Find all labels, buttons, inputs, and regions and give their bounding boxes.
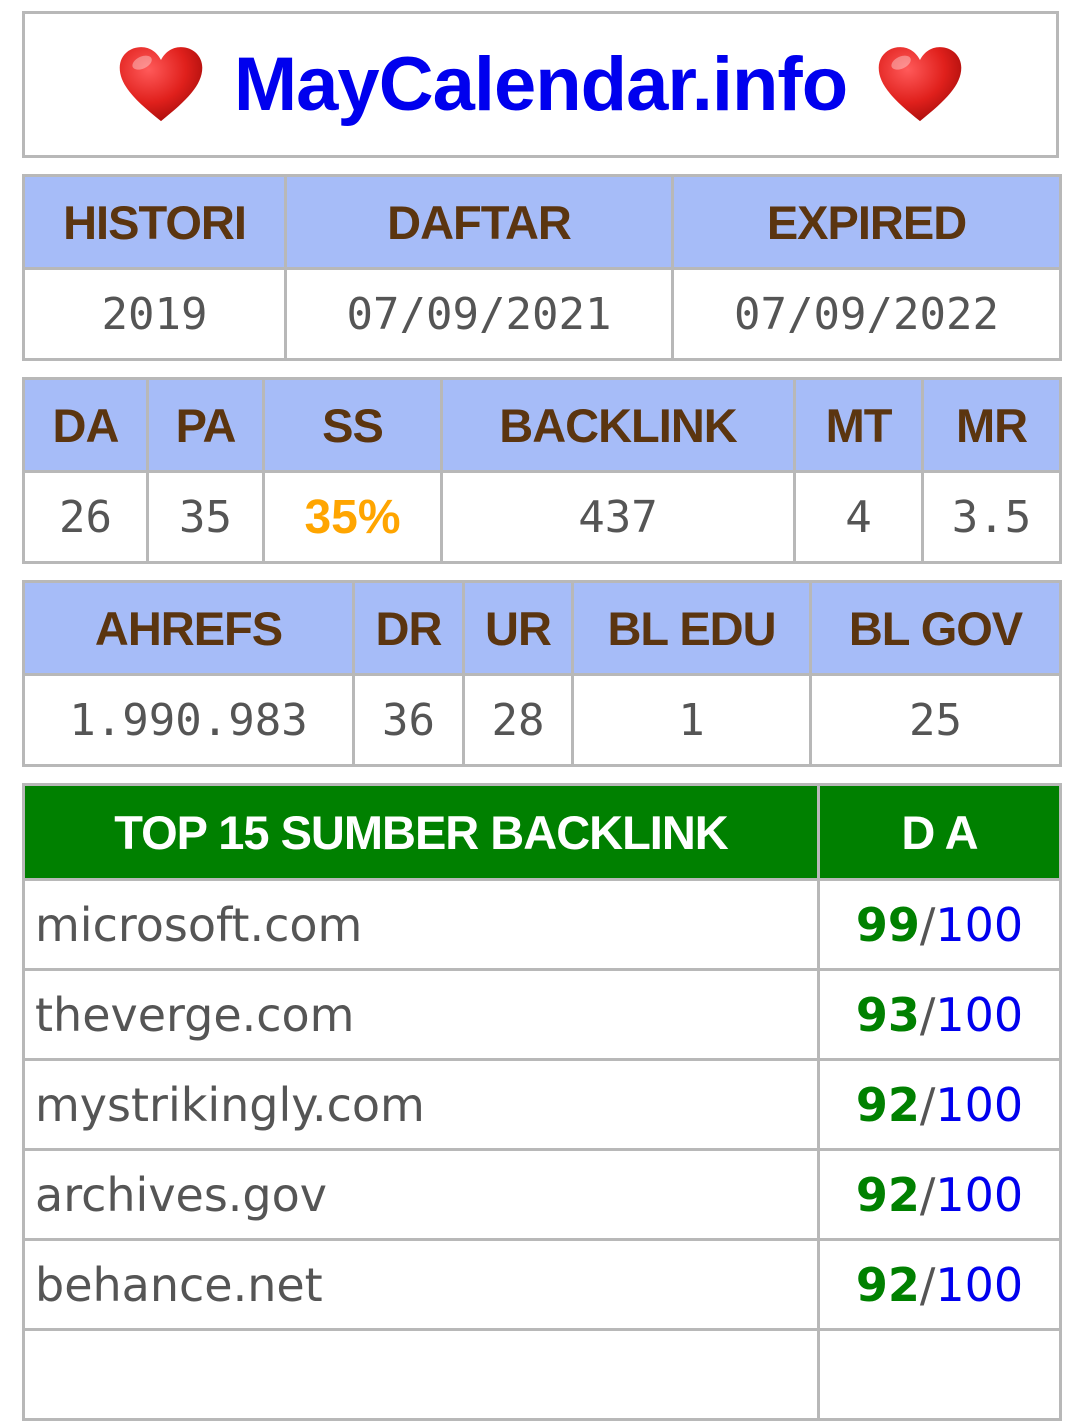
- backlink-domain[interactable]: mystrikingly.com: [22, 1058, 820, 1151]
- backlink-domain[interactable]: behance.net: [22, 1238, 820, 1331]
- backlink-da-score: 93/100: [817, 968, 1062, 1061]
- table-row-partial: [22, 1328, 1062, 1421]
- ss-value: 35%: [262, 470, 443, 564]
- table-row: microsoft.com 99/100: [22, 878, 1062, 971]
- ahrefs-value: 1.990.983: [22, 673, 355, 767]
- da-max: 100: [935, 897, 1024, 952]
- daftar-header: DAFTAR: [284, 174, 674, 270]
- daftar-value: 07/09/2021: [284, 267, 674, 361]
- expired-value: 07/09/2022: [671, 267, 1062, 361]
- da-value: 99: [855, 897, 920, 952]
- backlink-source-header: TOP 15 SUMBER BACKLINK: [22, 783, 820, 881]
- backlink-da-score: 92/100: [817, 1058, 1062, 1151]
- table-row: behance.net 92/100: [22, 1238, 1062, 1331]
- pa-value: 35: [146, 470, 265, 564]
- mt-header: MT: [793, 377, 924, 473]
- heart-icon: [119, 46, 203, 121]
- backlink-da-score: [817, 1328, 1062, 1421]
- ss-header: SS: [262, 377, 443, 473]
- dr-value: 36: [352, 673, 465, 767]
- site-title[interactable]: MayCalendar.info: [234, 41, 848, 128]
- da-max: 100: [935, 987, 1024, 1042]
- da-value: 92: [855, 1257, 920, 1312]
- bl-gov-header: BL GOV: [809, 580, 1062, 676]
- da-max: 100: [935, 1077, 1024, 1132]
- slash-separator: /: [919, 987, 936, 1042]
- ahrefs-header: AHREFS: [22, 580, 355, 676]
- da-value: 93: [855, 987, 920, 1042]
- expired-header: EXPIRED: [671, 174, 1062, 270]
- mt-value: 4: [793, 470, 924, 564]
- da-value: 92: [855, 1167, 920, 1222]
- ur-header: UR: [462, 580, 574, 676]
- backlink-da-score: 92/100: [817, 1148, 1062, 1241]
- domain-info-table: HISTORI DAFTAR EXPIRED 2019 07/09/2021 0…: [22, 174, 1062, 361]
- slash-separator: /: [919, 1077, 936, 1132]
- mr-header: MR: [921, 377, 1062, 473]
- da-value: 26: [22, 470, 149, 564]
- da-max: 100: [935, 1167, 1024, 1222]
- ahrefs-metrics-table: AHREFS DR UR BL EDU BL GOV 1.990.983 36 …: [22, 580, 1062, 767]
- backlink-da-header: D A: [817, 783, 1062, 881]
- table-row: mystrikingly.com 92/100: [22, 1058, 1062, 1151]
- pa-header: PA: [146, 377, 265, 473]
- bl-edu-value: 1: [571, 673, 812, 767]
- table-row: archives.gov 92/100: [22, 1148, 1062, 1241]
- backlink-domain[interactable]: archives.gov: [22, 1148, 820, 1241]
- da-max: 100: [935, 1257, 1024, 1312]
- slash-separator: /: [919, 1167, 936, 1222]
- histori-value: 2019: [22, 267, 287, 361]
- ur-value: 28: [462, 673, 574, 767]
- backlink-value: 437: [440, 470, 796, 564]
- backlink-sources-table: TOP 15 SUMBER BACKLINK D A microsoft.com…: [22, 783, 1062, 1421]
- backlink-domain[interactable]: theverge.com: [22, 968, 820, 1061]
- histori-header: HISTORI: [22, 174, 287, 270]
- da-value: 92: [855, 1077, 920, 1132]
- slash-separator: /: [919, 897, 936, 952]
- site-title-box: MayCalendar.info: [22, 11, 1059, 158]
- moz-metrics-table: DA PA SS BACKLINK MT MR 26 35 35% 437 4 …: [22, 377, 1062, 564]
- backlink-domain: [22, 1328, 820, 1421]
- dr-header: DR: [352, 580, 465, 676]
- heart-icon: [878, 46, 962, 121]
- bl-gov-value: 25: [809, 673, 1062, 767]
- backlink-da-score: 99/100: [817, 878, 1062, 971]
- backlink-da-score: 92/100: [817, 1238, 1062, 1331]
- backlink-header: BACKLINK: [440, 377, 796, 473]
- backlink-domain[interactable]: microsoft.com: [22, 878, 820, 971]
- slash-separator: /: [919, 1257, 936, 1312]
- table-row: theverge.com 93/100: [22, 968, 1062, 1061]
- bl-edu-header: BL EDU: [571, 580, 812, 676]
- mr-value: 3.5: [921, 470, 1062, 564]
- da-header: DA: [22, 377, 149, 473]
